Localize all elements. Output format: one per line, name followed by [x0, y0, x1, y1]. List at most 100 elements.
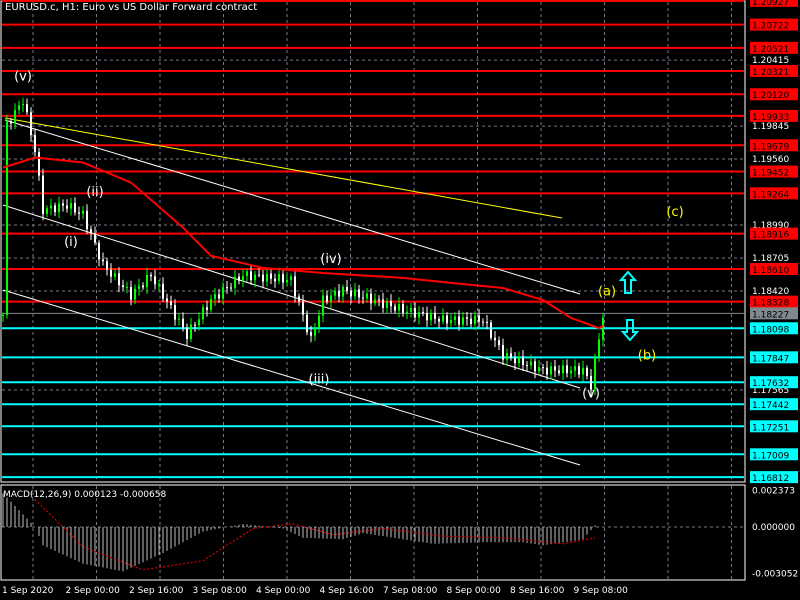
bear-candle	[230, 287, 232, 289]
bull-candle	[342, 286, 344, 297]
bear-candle	[30, 112, 32, 136]
bear-candle	[66, 205, 68, 209]
resistance-level-label: 1.19452	[752, 169, 789, 179]
bear-candle	[482, 321, 484, 323]
time-axis-label: 8 Sep 16:00	[510, 586, 565, 596]
bull-candle	[530, 361, 532, 366]
bull-candle	[46, 208, 48, 214]
bear-candle	[26, 104, 28, 113]
bull-candle	[594, 357, 596, 390]
bear-candle	[142, 285, 144, 288]
bull-candle	[506, 353, 508, 360]
bull-candle	[214, 294, 216, 300]
bear-candle	[302, 301, 304, 315]
bull-candle	[474, 315, 476, 325]
bear-candle	[362, 297, 364, 299]
trading-chart[interactable]: 1.204151.198451.195601.189901.187051.184…	[0, 0, 800, 600]
bull-candle	[290, 276, 292, 280]
wave-label: (a)	[598, 285, 616, 300]
bear-candle	[566, 365, 568, 374]
bear-candle	[390, 301, 392, 307]
bear-candle	[554, 366, 556, 371]
support-level-label: 1.18098	[752, 325, 789, 335]
bull-candle	[14, 109, 16, 124]
bull-candle	[334, 290, 336, 296]
bear-candle	[226, 287, 228, 289]
bull-candle	[406, 311, 408, 313]
bear-candle	[270, 273, 272, 279]
bear-candle	[150, 274, 152, 277]
bear-candle	[498, 340, 500, 346]
wave-label: (ii)	[86, 185, 103, 200]
support-level-label: 1.17847	[752, 354, 789, 364]
bull-candle	[22, 104, 24, 106]
bear-candle	[10, 121, 12, 124]
bear-candle	[174, 305, 176, 320]
bear-candle	[478, 315, 480, 322]
bull-candle	[2, 314, 4, 316]
resistance-level-label: 1.18328	[752, 299, 789, 309]
bull-candle	[158, 283, 160, 285]
bull-candle	[574, 366, 576, 371]
bear-candle	[414, 308, 416, 318]
bear-candle	[130, 286, 132, 300]
time-axis-label: 9 Sep 08:00	[574, 586, 629, 596]
time-axis-label: 8 Sep 00:00	[447, 586, 502, 596]
wave-label: (v)	[14, 69, 32, 84]
resistance-level-label: 1.20521	[752, 45, 789, 55]
bull-candle	[50, 205, 52, 209]
wave-label: (iv)	[320, 252, 341, 267]
bear-candle	[274, 278, 276, 282]
bull-candle	[562, 365, 564, 374]
bull-candle	[126, 286, 128, 288]
bear-candle	[542, 367, 544, 369]
resistance-level-label: 1.20927	[752, 0, 789, 8]
bull-candle	[178, 318, 180, 320]
bear-candle	[438, 318, 440, 322]
bear-candle	[122, 285, 124, 287]
resistance-level-label: 1.20321	[752, 68, 789, 78]
bull-candle	[138, 285, 140, 289]
wave-label: (iii)	[309, 373, 330, 388]
bull-candle	[234, 276, 236, 288]
bull-candle	[366, 293, 368, 299]
bear-candle	[38, 152, 40, 176]
bear-candle	[206, 307, 208, 310]
bull-candle	[538, 367, 540, 372]
bull-candle	[442, 315, 444, 322]
wave-label: (i)	[64, 235, 78, 250]
bear-candle	[54, 205, 56, 213]
bear-candle	[458, 316, 460, 325]
bull-candle	[134, 288, 136, 300]
resistance-level-label: 1.19679	[752, 142, 789, 152]
support-level-label: 1.17442	[752, 401, 789, 411]
bull-candle	[410, 308, 412, 312]
resistance-level-label: 1.20722	[752, 22, 789, 32]
bear-candle	[426, 313, 428, 321]
time-axis-label: 2 Sep 00:00	[66, 586, 121, 596]
bull-candle	[146, 274, 148, 288]
bull-candle	[202, 307, 204, 320]
bear-candle	[262, 274, 264, 282]
time-axis-label: 4 Sep 16:00	[320, 586, 375, 596]
bear-candle	[382, 299, 384, 308]
channel-lower-line	[2, 289, 581, 466]
bull-candle	[210, 299, 212, 310]
bear-candle	[470, 318, 472, 325]
bull-candle	[242, 276, 244, 281]
bull-candle	[386, 301, 388, 308]
price-tick-label: 1.20415	[752, 56, 789, 66]
bull-candle	[286, 279, 288, 283]
bull-candle	[318, 315, 320, 329]
bear-candle	[394, 306, 396, 311]
support-level-label: 1.16812	[752, 474, 789, 484]
price-tick-label: 1.19560	[752, 155, 789, 165]
bear-candle	[402, 304, 404, 313]
bull-candle	[314, 328, 316, 336]
bear-candle	[446, 315, 448, 324]
resistance-level-label: 1.20120	[752, 91, 789, 101]
resistance-level-label: 1.19933	[752, 113, 789, 123]
bull-candle	[450, 319, 452, 324]
current-price-label: 1.18227	[752, 310, 789, 320]
bull-candle	[254, 274, 256, 281]
